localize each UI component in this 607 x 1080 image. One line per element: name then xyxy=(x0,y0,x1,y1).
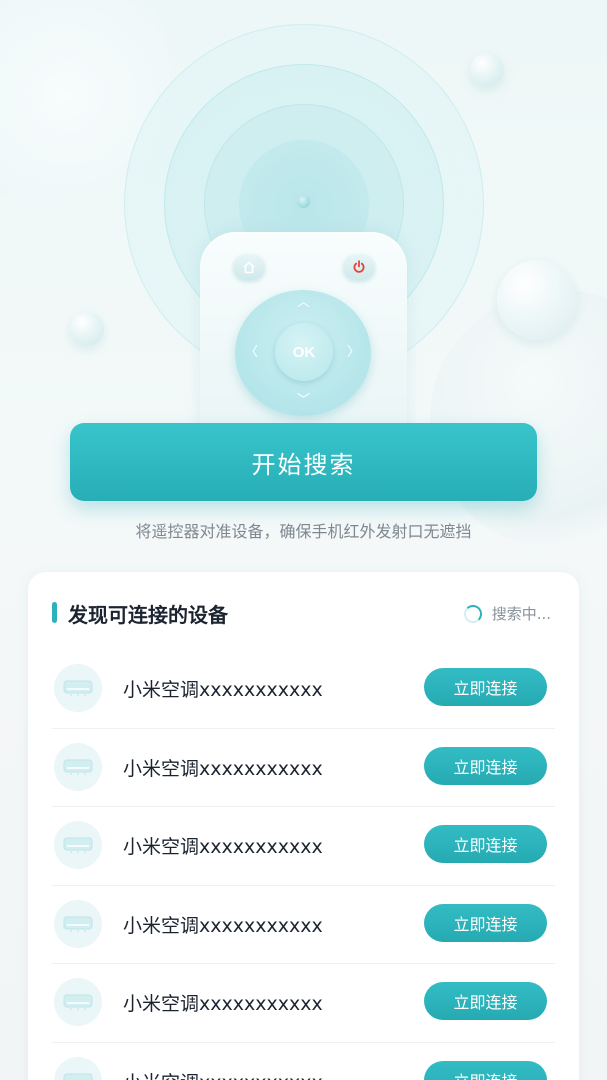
start-search-button[interactable]: 开始搜索 xyxy=(70,423,537,501)
device-name: 小米空调xxxxxxxxxxx xyxy=(123,993,323,1016)
device-name: 小米空调xxxxxxxxxxx xyxy=(123,679,323,701)
ir-emitter-dot xyxy=(297,195,310,208)
list-item: 小米空调xxxxxxxxxxx 立即连接 xyxy=(52,807,555,886)
air-conditioner-icon xyxy=(54,978,102,1027)
arrow-right-icon: 〉 xyxy=(347,345,361,360)
dpad: ︿ ﹀ 〈 〉 OK xyxy=(235,290,371,416)
air-conditioner-icon xyxy=(54,742,102,791)
search-status: 搜索中... xyxy=(463,603,551,624)
device-name: 小米空调xxxxxxxxxxx xyxy=(123,914,323,937)
connect-button[interactable]: 立即连接 xyxy=(424,982,547,1021)
connect-button[interactable]: 立即连接 xyxy=(424,825,547,864)
list-item: 小米空调xxxxxxxxxxx 立即连接 xyxy=(52,729,555,808)
device-name: 小米空调xxxxxxxxxxx xyxy=(123,836,323,859)
device-name: 小米空调xxxxxxxxxxx xyxy=(123,757,323,780)
device-name: 小米空调xxxxxxxxxxx xyxy=(123,1068,323,1080)
decor-bubble xyxy=(497,260,577,340)
title-accent-bar xyxy=(52,602,57,623)
air-conditioner-icon xyxy=(54,821,102,870)
panel-header: 发现可连接的设备 搜索中... xyxy=(28,572,579,652)
connect-button[interactable]: 立即连接 xyxy=(424,1060,547,1080)
devices-panel: 发现可连接的设备 搜索中... 小米空调xxxxxxxxxxx 立即连接 小米空… xyxy=(28,572,579,1080)
air-conditioner-icon xyxy=(54,899,102,948)
device-list: 小米空调xxxxxxxxxxx 立即连接 小米空调xxxxxxxxxxx 立即连… xyxy=(52,650,555,1080)
connect-button[interactable]: 立即连接 xyxy=(424,903,547,942)
hint-text: 将遥控器对准设备，确保手机红外发射口无遮挡 xyxy=(135,522,472,541)
power-icon xyxy=(343,254,375,280)
ok-button-illustration: OK xyxy=(275,323,333,381)
list-item: 小米空调xxxxxxxxxxx 立即连接 xyxy=(52,650,555,729)
air-conditioner-icon xyxy=(54,1056,102,1080)
panel-title: 发现可连接的设备 xyxy=(68,603,228,627)
list-item: 小米空调xxxxxxxxxxx 立即连接 xyxy=(52,964,555,1043)
arrow-left-icon: 〈 xyxy=(245,345,259,360)
connect-button[interactable]: 立即连接 xyxy=(424,746,547,785)
air-conditioner-icon xyxy=(54,664,102,712)
list-item: 小米空调xxxxxxxxxxx 立即连接 xyxy=(52,1043,555,1080)
arrow-up-icon: ︿ xyxy=(297,295,311,310)
decor-bubble xyxy=(470,53,504,87)
decor-bubble xyxy=(70,312,104,346)
list-item: 小米空调xxxxxxxxxxx 立即连接 xyxy=(52,886,555,965)
connect-button[interactable]: 立即连接 xyxy=(424,668,547,706)
arrow-down-icon: ﹀ xyxy=(297,393,311,408)
search-status-text: 搜索中... xyxy=(491,605,551,623)
home-icon xyxy=(233,254,265,280)
loading-spinner-icon xyxy=(463,604,482,623)
